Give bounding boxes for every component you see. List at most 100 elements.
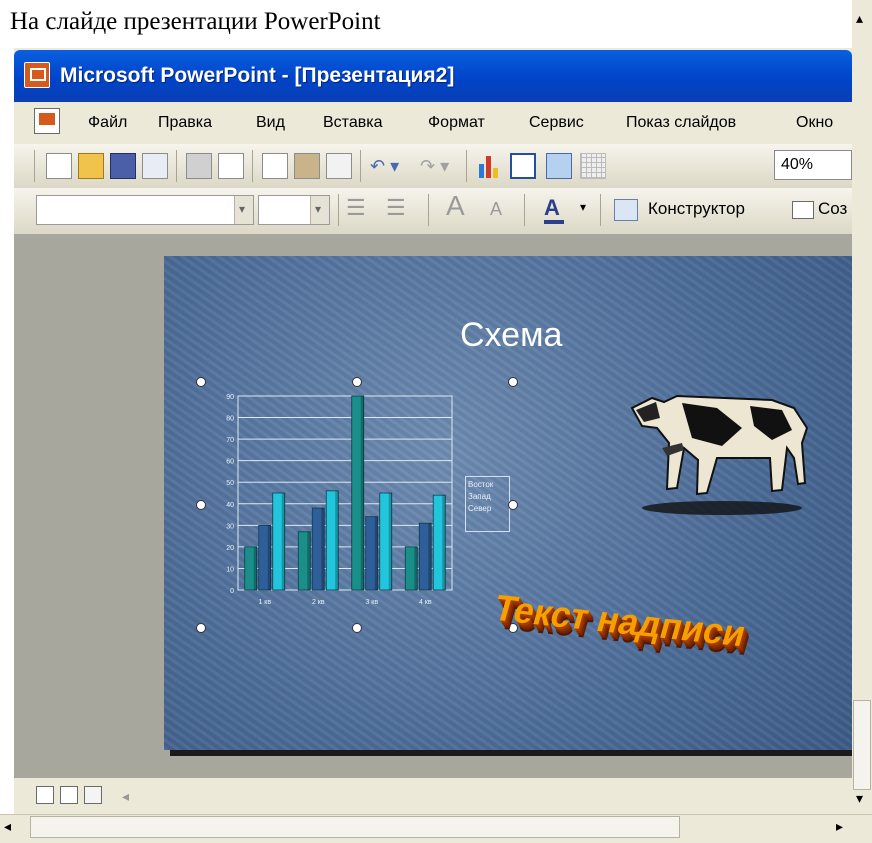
menu-insert[interactable]: Вставка xyxy=(323,114,382,132)
menu-edit[interactable]: Правка xyxy=(158,114,212,132)
numbering-icon[interactable]: ☰ xyxy=(346,195,366,221)
designer-icon[interactable] xyxy=(614,199,638,221)
page-caption: На слайде презентации PowerPoint xyxy=(10,8,381,35)
y-tick-label: 70 xyxy=(226,437,234,444)
font-color-bar xyxy=(544,220,564,224)
legend-entry-east: Восток xyxy=(468,480,494,489)
selection-handle[interactable] xyxy=(196,623,206,633)
document-menu-icon[interactable] xyxy=(34,108,60,134)
y-tick-label: 40 xyxy=(226,502,234,509)
toolbar-separator xyxy=(338,194,339,226)
legend-entry-north: Север xyxy=(468,504,492,513)
new-slide-button[interactable]: Соз xyxy=(818,199,847,219)
selection-handle[interactable] xyxy=(352,377,362,387)
y-tick-label: 60 xyxy=(226,459,234,466)
selection-handle[interactable] xyxy=(196,377,206,387)
toolbar-separator xyxy=(600,194,601,226)
chart-bar-side xyxy=(428,523,432,590)
menu-format[interactable]: Формат xyxy=(428,114,485,132)
chart-bar-side xyxy=(388,493,392,590)
chart-bar-side xyxy=(307,531,311,590)
toolbar-separator xyxy=(428,194,429,226)
y-tick-label: 80 xyxy=(226,416,234,423)
x-tick-label: 2 кв xyxy=(312,599,325,606)
y-tick-label: 20 xyxy=(226,545,234,552)
scroll-left-icon[interactable]: ◂ xyxy=(122,788,129,805)
y-tick-label: 30 xyxy=(226,523,234,530)
table-icon[interactable] xyxy=(510,153,536,179)
menu-tools[interactable]: Сервис xyxy=(529,114,584,132)
chart-bar-side xyxy=(281,493,285,590)
scroll-left-icon[interactable]: ◂ xyxy=(4,818,11,835)
new-icon[interactable] xyxy=(46,153,72,179)
slide-sorter-icon[interactable] xyxy=(60,786,78,804)
toolbar-separator xyxy=(524,194,525,226)
y-tick-label: 90 xyxy=(226,394,234,401)
copy-icon[interactable] xyxy=(262,153,288,179)
redo-icon[interactable]: ↷ ▾ xyxy=(420,156,449,177)
scroll-up-icon[interactable]: ▴ xyxy=(856,10,863,27)
toolbar-separator xyxy=(466,150,467,182)
shrink-font-icon[interactable]: A xyxy=(490,199,502,220)
slide-title[interactable]: Схема xyxy=(460,316,562,355)
scroll-down-icon[interactable]: ▾ xyxy=(856,790,863,807)
selection-handle[interactable] xyxy=(508,500,518,510)
chart-bar-side xyxy=(442,495,446,590)
scroll-right-icon[interactable]: ▸ xyxy=(836,818,843,835)
x-tick-label: 1 кв xyxy=(258,599,271,606)
powerpoint-app-icon[interactable] xyxy=(24,62,50,88)
bullets-icon[interactable]: ☰ xyxy=(386,195,406,221)
print-icon[interactable] xyxy=(186,153,212,179)
text-box-icon[interactable] xyxy=(546,153,572,179)
chart-icon[interactable] xyxy=(476,154,502,180)
x-tick-label: 4 кв xyxy=(419,599,432,606)
view-bar xyxy=(14,778,852,814)
toolbar-separator xyxy=(176,150,177,182)
undo-icon[interactable]: ↶ ▾ xyxy=(370,156,399,177)
selection-handle[interactable] xyxy=(196,500,206,510)
slide-show-icon[interactable] xyxy=(84,786,102,804)
selection-handle[interactable] xyxy=(352,623,362,633)
menu-slide-show[interactable]: Показ слайдов xyxy=(626,114,736,132)
toolbar-grip xyxy=(34,150,35,182)
new-slide-icon[interactable] xyxy=(792,201,814,219)
window-title: Microsoft PowerPoint - [Презентация2] xyxy=(60,64,455,87)
bar-chart[interactable]: 0 10 20 30 40 50 60 70 80 90 1 кв 2 кв 3 кв 4 кв xyxy=(210,384,460,614)
legend-entry-west: Запад xyxy=(468,492,491,501)
grow-font-icon[interactable]: A xyxy=(446,190,465,222)
zoom-select[interactable]: 40% xyxy=(774,150,852,180)
save-icon[interactable] xyxy=(110,153,136,179)
email-icon[interactable] xyxy=(142,153,168,179)
toolbar-separator xyxy=(252,150,253,182)
paste-icon[interactable] xyxy=(294,153,320,179)
format-painter-icon[interactable] xyxy=(326,153,352,179)
normal-view-icon[interactable] xyxy=(36,786,54,804)
chart-bar-side xyxy=(321,508,325,590)
vertical-scroll-thumb[interactable] xyxy=(853,700,871,790)
chart-bar-side xyxy=(414,546,418,590)
designer-button[interactable]: Конструктор xyxy=(648,199,745,219)
toolbar-separator xyxy=(360,150,361,182)
horizontal-scroll-thumb[interactable] xyxy=(30,816,680,838)
chart-bar-side xyxy=(360,396,364,590)
vertical-scrollbar[interactable] xyxy=(852,0,872,820)
chart-bar-side xyxy=(267,525,271,590)
y-tick-label: 50 xyxy=(226,480,234,487)
chart-bar-side xyxy=(335,490,339,590)
font-color-dropdown-icon[interactable]: ▾ xyxy=(580,200,586,214)
chart-bar-side xyxy=(253,546,257,590)
grid-icon[interactable] xyxy=(580,153,606,179)
chart-bar-side xyxy=(374,516,378,590)
menu-window[interactable]: Окно xyxy=(796,114,833,132)
font-name-select[interactable] xyxy=(36,195,254,225)
font-color-icon[interactable]: A xyxy=(544,195,560,221)
menu-view[interactable]: Вид xyxy=(256,114,285,132)
x-tick-label: 3 кв xyxy=(365,599,378,606)
chart-legend: Восток Запад Север xyxy=(465,476,510,532)
print-preview-icon[interactable] xyxy=(218,153,244,179)
open-icon[interactable] xyxy=(78,153,104,179)
cow-clipart[interactable] xyxy=(622,388,817,518)
menu-file[interactable]: Файл xyxy=(88,114,127,132)
font-size-select[interactable] xyxy=(258,195,330,225)
selection-handle[interactable] xyxy=(508,377,518,387)
